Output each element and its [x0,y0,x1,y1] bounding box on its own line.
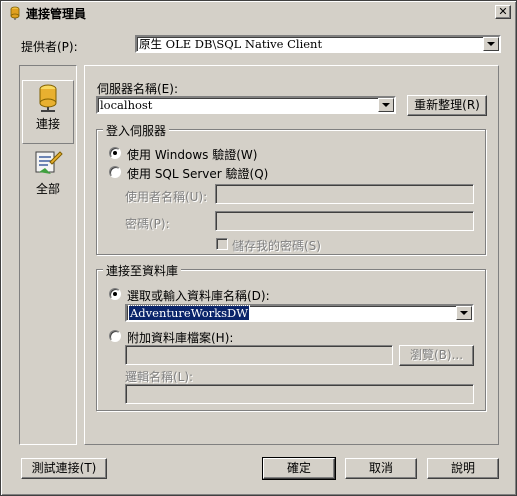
attach-database-label[interactable]: 附加資料庫檔案(H): [127,329,233,346]
sidebar-item-connection[interactable]: 連接 [22,80,74,144]
logical-name-field[interactable] [125,384,474,404]
windows-auth-label[interactable]: 使用 Windows 驗證(W) [127,146,257,163]
database-name-value-wrap: AdventureWorksDW [127,305,251,321]
test-connection-button[interactable]: 測試連接(T) [21,458,107,479]
sidebar-item-label: 連接 [35,117,60,131]
save-password-label[interactable]: 儲存我的密碼(S) [232,237,321,254]
chevron-down-icon[interactable] [378,98,394,112]
ok-button[interactable]: 確定 [262,457,336,480]
connection-manager-dialog: 連接管理員 ✕ 提供者(P): 原生 OLE DB\SQL Native Cli… [0,0,517,496]
attach-database-radio[interactable] [109,330,121,342]
server-name-label: 伺服器名稱(E): [97,82,178,96]
close-icon: ✕ [498,5,508,18]
database-group-title: 連接至資料庫 [103,262,182,279]
sql-auth-label[interactable]: 使用 SQL Server 驗證(Q) [127,165,268,182]
server-name-combobox[interactable]: localhost [96,96,396,114]
title-bar[interactable]: 連接管理員 ✕ [4,4,513,22]
provider-value: 原生 OLE DB\SQL Native Client [139,37,323,51]
save-password-checkbox[interactable] [216,238,228,250]
window-title: 連接管理員 [26,6,87,21]
provider-label: 提供者(P): [21,40,78,54]
password-field[interactable] [215,211,474,231]
sidebar-item-label: 全部 [35,182,60,196]
username-label: 使用者名稱(U): [125,190,208,204]
select-database-radio[interactable] [109,288,121,300]
password-label: 密碼(P): [125,217,170,231]
database-cylinder-icon [23,81,73,115]
close-button[interactable]: ✕ [495,5,511,19]
database-name-value: AdventureWorksDW [127,305,251,321]
sql-auth-radio[interactable] [109,166,121,178]
server-name-value: localhost [100,98,153,112]
chevron-down-icon[interactable] [483,37,499,51]
refresh-button[interactable]: 重新整理(R) [407,95,487,116]
database-name-combobox[interactable]: AdventureWorksDW [125,304,474,322]
sidebar-item-all[interactable]: 全部 [22,146,74,210]
chevron-down-icon[interactable] [456,306,472,320]
help-button[interactable]: 說明 [427,458,499,479]
windows-auth-radio[interactable] [109,147,121,159]
select-database-label[interactable]: 選取或輸入資料庫名稱(D): [127,287,270,304]
attach-file-field[interactable] [125,345,393,365]
browse-button[interactable]: 瀏覽(B)... [399,345,474,366]
cancel-button[interactable]: 取消 [345,458,417,479]
provider-dropdown[interactable]: 原生 OLE DB\SQL Native Client [135,35,501,53]
username-field[interactable] [215,184,474,204]
page-sidebar: 連接 全部 [19,65,77,445]
login-group-title: 登入伺服器 [103,122,170,139]
database-cylinder-icon [8,6,22,20]
properties-list-icon [22,146,74,180]
logical-name-label: 邏輯名稱(L): [125,370,194,384]
